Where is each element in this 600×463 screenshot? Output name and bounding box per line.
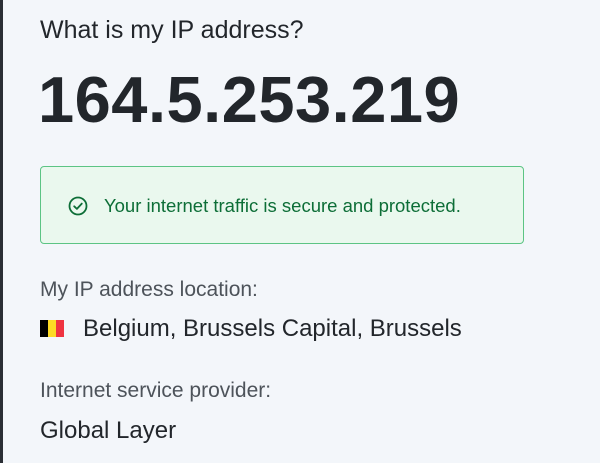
location-value: Belgium, Brussels Capital, Brussels	[83, 315, 462, 342]
page-title: What is my IP address?	[40, 16, 304, 44]
belgium-flag-icon	[40, 320, 64, 337]
flag-stripe-red	[56, 320, 64, 337]
security-status-banner: Your internet traffic is secure and prot…	[40, 166, 524, 244]
ip-address-value: 164.5.253.219	[38, 63, 461, 136]
window-left-edge	[0, 0, 3, 463]
isp-label: Internet service provider:	[40, 379, 272, 402]
location-label: My IP address location:	[40, 278, 258, 301]
check-circle-icon	[68, 196, 88, 216]
security-status-text: Your internet traffic is secure and prot…	[104, 195, 461, 216]
isp-value: Global Layer	[40, 417, 177, 444]
flag-stripe-black	[40, 320, 48, 337]
flag-stripe-yellow	[48, 320, 56, 337]
